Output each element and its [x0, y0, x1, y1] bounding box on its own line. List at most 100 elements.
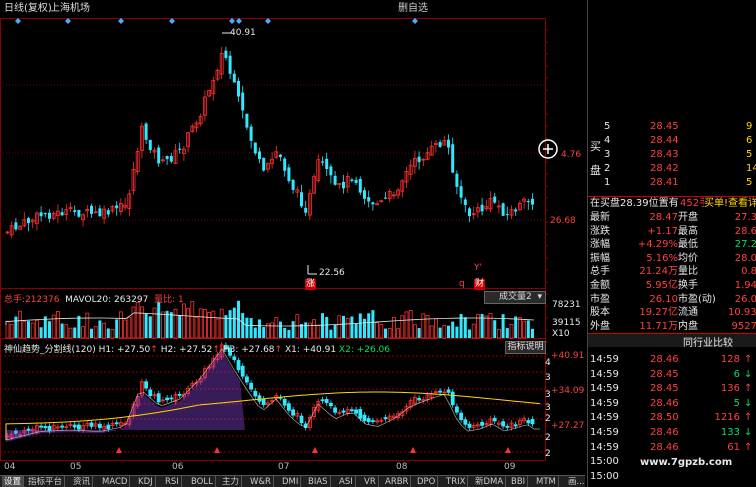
stat-value: 27.2 — [734, 239, 756, 251]
tab-news[interactable]: 资讯 — [71, 476, 94, 487]
tab-settings[interactable]: 设置 — [2, 476, 25, 487]
arrow-up-icon: ↑ — [744, 383, 753, 395]
bid-price: 28.42 — [650, 163, 679, 174]
tick-row: 14:59 28.45 6 ↓ — [588, 368, 756, 382]
stat-value: 9527 — [731, 320, 756, 332]
order-note-text: 在买盘28.39位置有 — [590, 198, 679, 209]
chevron-down-icon: ▾ — [537, 292, 542, 302]
indicator-scale: 2 — [545, 433, 551, 443]
indicator-plot — [5, 341, 541, 442]
indicator-scale: 4 — [545, 358, 551, 368]
tab-boll[interactable]: BOLL — [189, 476, 216, 487]
stat-value: 19.27亿 — [639, 307, 678, 319]
indicator-h3: H3: +27.68 — [222, 345, 275, 355]
volume-total: 212376 — [25, 295, 60, 305]
stat-row: 股本 19.27亿 流通 10.93亿 — [588, 306, 756, 320]
stock-name: 上海机场 — [50, 3, 90, 14]
event-mark[interactable]: 财 — [474, 279, 486, 290]
month-label: 05 — [70, 462, 82, 472]
tick-time: 14:59 — [590, 427, 619, 438]
industry-compare-button[interactable]: 同行业比较 — [683, 334, 733, 349]
tab-dmi[interactable]: DMI — [280, 476, 302, 487]
tick-time: 14:59 — [590, 397, 619, 409]
stat-value: 11.71万 — [639, 320, 678, 332]
bid-price: 28.43 — [650, 149, 679, 160]
stat-key: 最高 — [678, 225, 698, 237]
bid-row[interactable]: 1 28.41 5 — [588, 176, 756, 190]
stat-row: 市盈 26.10 市盈(动) 26.0 — [588, 293, 756, 307]
high-annotation: 40.91 — [230, 28, 256, 38]
kline-chart[interactable] — [0, 0, 585, 487]
stat-key: 市盈(动) — [678, 293, 716, 305]
tab-vr[interactable]: VR — [362, 476, 379, 487]
ratio-value: 1 — [177, 295, 184, 305]
watermark: www.7gpzb.com — [640, 457, 733, 468]
price-axis-label: 26.68 — [550, 216, 576, 226]
bid-row[interactable]: 2 28.42 14 — [588, 162, 756, 176]
tab-arbr[interactable]: ARBR — [383, 476, 412, 487]
stat-key: 股本 — [590, 307, 610, 319]
stat-row: 总手 21.24万 量比 0.8 — [588, 265, 756, 279]
tab-dpo[interactable]: DPO — [415, 476, 439, 487]
month-label: 08 — [396, 462, 408, 472]
indicator-header: 神仙趋势_分割线(120) H1: +27.50↑ H2: +27.52↑ H3… — [4, 345, 391, 355]
tab-draw[interactable]: 画... — [566, 476, 588, 487]
stat-value: +1.17 — [647, 225, 678, 237]
tick-row: 14:59 28.46 61 ↑ — [588, 441, 756, 455]
stat-key: 内盘 — [678, 320, 698, 332]
tick-volume: 5 — [733, 397, 740, 409]
tab-bias[interactable]: BIAS — [306, 476, 331, 487]
tab-main-force[interactable]: 主力 — [220, 476, 243, 487]
arrow-up-icon: ↑ — [744, 441, 753, 453]
mavol-label: MAVOL20 — [65, 295, 109, 305]
indicator-name[interactable]: 神仙趋势_分割线(120) — [4, 345, 96, 355]
tab-bbi[interactable]: BBI — [509, 476, 529, 487]
month-label: 09 — [504, 462, 516, 472]
indicator-help-button[interactable]: 指标说明 — [505, 341, 546, 354]
period-label[interactable]: 日线(复权) — [4, 0, 52, 18]
stat-value: 0.8 — [741, 266, 756, 278]
stat-value: 5.95亿 — [645, 280, 678, 291]
view-order-link[interactable]: 买单!查看详情 — [704, 197, 756, 211]
tab-rsi[interactable]: RSI — [163, 476, 182, 487]
tick-volume: 6 — [733, 368, 740, 380]
tick-price: 28.45 — [650, 368, 679, 380]
tab-kdj[interactable]: KDJ — [136, 476, 156, 487]
bid-row[interactable]: 4 28.44 6 — [588, 134, 756, 148]
tab-new-dma[interactable]: 新DMA — [473, 476, 507, 487]
tick-row: 15:00 — [588, 470, 756, 484]
tab-asi[interactable]: ASI — [337, 476, 356, 487]
indicator-x2: X2: +26.06 — [338, 345, 391, 355]
stat-value: 28.0 — [734, 252, 756, 264]
month-label: 06 — [172, 462, 184, 472]
stat-key: 振幅 — [590, 252, 610, 264]
low-annotation: 22.56 — [319, 268, 345, 278]
remove-favorite-button[interactable]: 删自选 — [398, 0, 428, 18]
event-mark[interactable]: q — [459, 279, 465, 289]
bid-level: 5 — [604, 121, 611, 132]
arrow-down-icon: ↓ — [744, 427, 753, 438]
tick-volume: 61 — [727, 441, 740, 453]
tick-time: 15:00 — [590, 456, 619, 468]
volume-total-label: 总手 — [4, 295, 23, 305]
event-mark: Y' — [474, 263, 482, 273]
stat-row: 最新 28.47 开盘 27.3 — [588, 211, 756, 225]
stat-value: 27.3 — [734, 212, 756, 223]
crosshair-icon[interactable] — [538, 139, 558, 159]
stat-value: 28.6 — [734, 225, 756, 237]
arrow-down-icon: ↓ — [744, 397, 753, 409]
tab-trix[interactable]: TRIX — [444, 476, 469, 487]
tab-indicator-platform[interactable]: 指标平台 — [26, 476, 66, 487]
volume-axis-label: 78231 — [552, 300, 581, 310]
tab-macd[interactable]: MACD — [100, 476, 131, 487]
indicator-scale: 3 — [545, 390, 551, 400]
bid-volume: 6 — [746, 135, 753, 146]
volume-bars — [5, 300, 535, 339]
bid-row[interactable]: 5 28.45 9 — [588, 120, 756, 134]
bid-row[interactable]: 3 28.43 5 — [588, 148, 756, 162]
volume-selector[interactable]: 成交量2 ▾ — [484, 291, 546, 304]
event-mark[interactable]: 涨 — [305, 279, 317, 290]
tab-mtm[interactable]: MTM — [534, 476, 559, 487]
indicator-h1: H1: +27.50 — [98, 345, 151, 355]
tab-wr[interactable]: W&R — [248, 476, 274, 487]
